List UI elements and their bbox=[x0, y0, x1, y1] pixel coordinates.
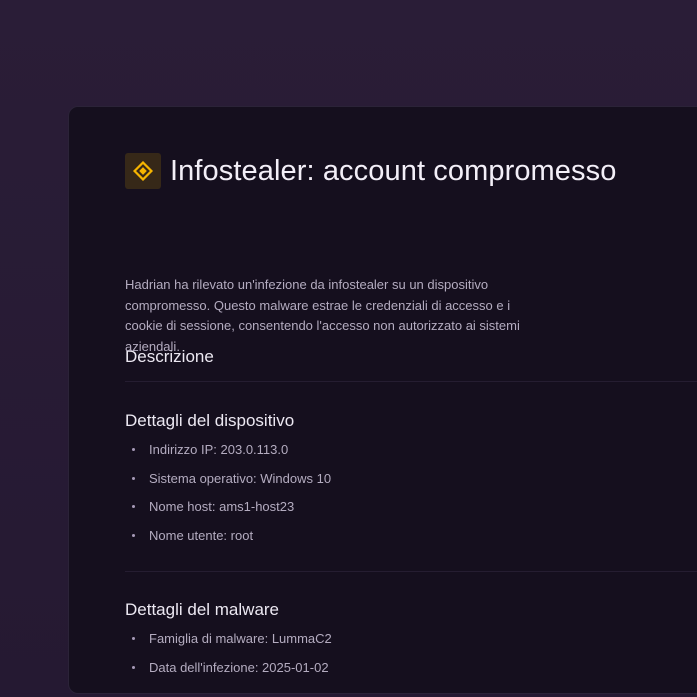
list-item: Sistema operativo: Windows 10 bbox=[125, 470, 331, 499]
alert-header: Infostealer: account compromesso bbox=[125, 153, 616, 189]
list-item: Nome host: ams1-host23 bbox=[125, 498, 331, 527]
list-item: Famiglia di malware: LummaC2 bbox=[125, 630, 332, 659]
page-background: Infostealer: account compromesso Descriz… bbox=[0, 0, 697, 697]
list-item: Nome utente: root bbox=[125, 527, 331, 556]
device-details-list: Indirizzo IP: 203.0.113.0 Sistema operat… bbox=[125, 441, 331, 555]
malware-details-heading: Dettagli del malware bbox=[125, 600, 280, 619]
alert-detail-panel: Infostealer: account compromesso Descriz… bbox=[68, 106, 697, 694]
page-title: Infostealer: account compromesso bbox=[170, 154, 617, 187]
description-text: Hadrian ha rilevato un'infezione da info… bbox=[125, 277, 520, 354]
malware-details-list: Famiglia di malware: LummaC2 Data dell'i… bbox=[125, 630, 332, 687]
section-divider bbox=[125, 381, 697, 382]
list-item: Indirizzo IP: 203.0.113.0 bbox=[125, 441, 331, 470]
diamond-alert-icon bbox=[125, 153, 161, 189]
section-divider bbox=[125, 571, 697, 572]
device-details-heading: Dettagli del dispositivo bbox=[125, 411, 295, 430]
list-item: Data dell'infezione: 2025-01-02 bbox=[125, 659, 332, 688]
